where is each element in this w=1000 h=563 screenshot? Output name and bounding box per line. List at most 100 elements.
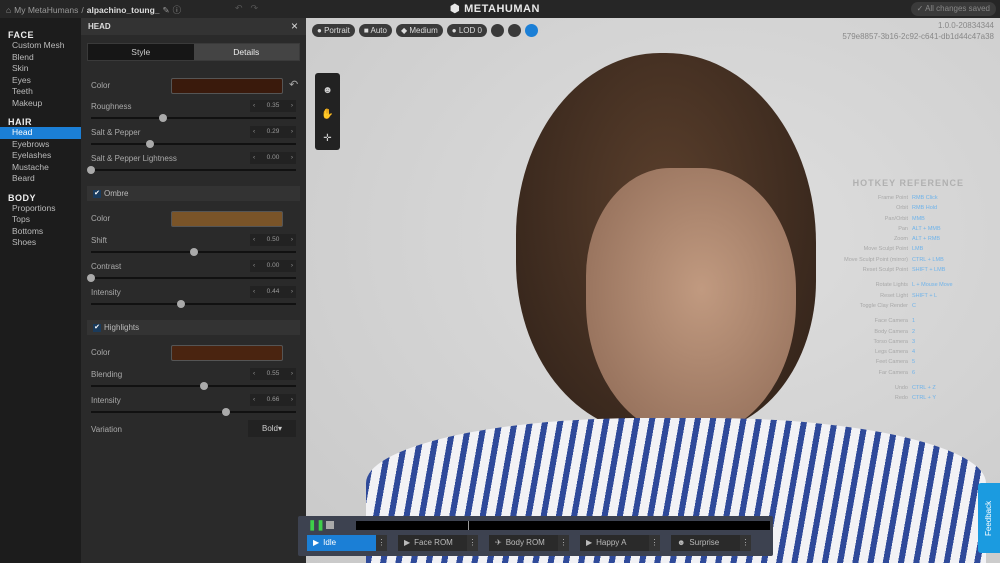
slider-value[interactable]: 0.66 [267, 394, 280, 406]
stop-icon[interactable] [326, 521, 334, 529]
portrait-button[interactable]: ● Portrait [312, 24, 355, 37]
sidebar-item-eyebrows[interactable]: Eyebrows [0, 139, 81, 151]
slider-track[interactable] [91, 408, 296, 416]
move-tool-icon[interactable]: ✛ [315, 127, 340, 151]
value-stepper[interactable]: ‹ 0.35 › [250, 100, 296, 112]
increment-icon[interactable]: › [291, 260, 293, 272]
decrement-icon[interactable]: ‹ [253, 100, 255, 112]
slider-value[interactable]: 0.44 [267, 286, 280, 298]
slider-track[interactable] [87, 166, 296, 174]
close-icon[interactable]: × [291, 19, 298, 33]
slider-thumb[interactable] [189, 248, 198, 256]
quality-button[interactable]: ◆ Medium [395, 24, 443, 37]
slider-track[interactable] [87, 274, 296, 282]
slider-track[interactable] [91, 248, 296, 256]
sidebar-item-beard[interactable]: Beard [0, 173, 81, 185]
sidebar-item-mustache[interactable]: Mustache [0, 162, 81, 174]
more-options-icon[interactable]: ⋮ [740, 535, 751, 551]
color-swatch[interactable] [171, 211, 283, 227]
animation-button[interactable]: ▶ Face ROM [398, 535, 467, 551]
animation-face-rom[interactable]: ▶ Face ROM ⋮ [398, 535, 478, 551]
increment-icon[interactable]: › [291, 152, 293, 164]
sidebar-item-shoes[interactable]: Shoes [0, 237, 81, 249]
slider-value[interactable]: 0.29 [267, 126, 280, 138]
color-swatch[interactable] [171, 78, 283, 94]
sidebar-item-skin[interactable]: Skin [0, 63, 81, 75]
slider-thumb[interactable] [222, 408, 231, 416]
lod-button[interactable]: ● LOD 0 [446, 24, 487, 37]
ombre-toggle[interactable]: ✔ Ombre [87, 186, 300, 201]
clay-render-icon[interactable] [490, 24, 504, 37]
slider-thumb[interactable] [158, 114, 167, 122]
value-stepper[interactable]: ‹ 0.55 › [250, 368, 296, 380]
checkbox-icon[interactable]: ✔ [93, 323, 101, 332]
sidebar-item-bottoms[interactable]: Bottoms [0, 226, 81, 238]
sidebar-item-blend[interactable]: Blend [0, 52, 81, 64]
edit-icon[interactable]: ✎ [163, 5, 170, 16]
sidebar-item-custom-mesh[interactable]: Custom Mesh [0, 40, 81, 52]
decrement-icon[interactable]: ‹ [253, 286, 255, 298]
decrement-icon[interactable]: ‹ [253, 368, 255, 380]
decrement-icon[interactable]: ‹ [253, 126, 255, 138]
timeline-scrubber[interactable] [356, 521, 770, 530]
value-stepper[interactable]: ‹ 0.29 › [250, 126, 296, 138]
face-tool-icon[interactable]: ☻ [315, 79, 340, 103]
value-stepper[interactable]: ‹ 0.66 › [250, 394, 296, 406]
highlights-toggle[interactable]: ✔ Highlights [87, 320, 300, 335]
value-stepper[interactable]: ‹ 0.00 › [250, 152, 296, 164]
more-options-icon[interactable]: ⋮ [467, 535, 478, 551]
decrement-icon[interactable]: ‹ [253, 394, 255, 406]
sidebar-item-head[interactable]: Head [0, 127, 81, 139]
sidebar-item-makeup[interactable]: Makeup [0, 98, 81, 110]
tab-details[interactable]: Details [193, 44, 299, 60]
increment-icon[interactable]: › [291, 286, 293, 298]
increment-icon[interactable]: › [291, 126, 293, 138]
viewport[interactable]: ● Portrait ■ Auto ◆ Medium ● LOD 0 1.0.0… [306, 18, 1000, 563]
animation-surprise[interactable]: ☻ Surprise ⋮ [671, 535, 751, 551]
animation-button[interactable]: ▶ Happy A [580, 535, 649, 551]
pause-icon[interactable]: ❚❚ [308, 520, 325, 531]
more-options-icon[interactable]: ⋮ [376, 535, 387, 551]
slider-value[interactable]: 0.35 [267, 100, 280, 112]
animation-happy-a[interactable]: ▶ Happy A ⋮ [580, 535, 660, 551]
slider-thumb[interactable] [87, 274, 95, 282]
increment-icon[interactable]: › [291, 368, 293, 380]
redo-icon[interactable]: ↷ [251, 3, 267, 13]
animation-body-rom[interactable]: ✈ Body ROM ⋮ [489, 535, 569, 551]
sidebar-item-eyelashes[interactable]: Eyelashes [0, 150, 81, 162]
slider-value[interactable]: 0.55 [267, 368, 280, 380]
sidebar-item-proportions[interactable]: Proportions [0, 203, 81, 215]
sidebar-item-tops[interactable]: Tops [0, 214, 81, 226]
value-stepper[interactable]: ‹ 0.00 › [250, 260, 296, 272]
decrement-icon[interactable]: ‹ [253, 260, 255, 272]
sidebar-item-eyes[interactable]: Eyes [0, 75, 81, 87]
playhead[interactable] [467, 521, 469, 530]
variation-dropdown[interactable]: Bold▾ [248, 420, 296, 437]
slider-value[interactable]: 0.50 [267, 234, 280, 246]
slider-track[interactable] [91, 300, 296, 308]
slider-track[interactable] [91, 114, 296, 122]
decrement-icon[interactable]: ‹ [253, 234, 255, 246]
slider-thumb[interactable] [87, 166, 95, 174]
breadcrumb-root[interactable]: My MetaHumans [14, 5, 78, 15]
increment-icon[interactable]: › [291, 100, 293, 112]
slider-track[interactable] [91, 140, 296, 148]
tab-style[interactable]: Style [88, 44, 194, 60]
background-icon[interactable] [524, 24, 538, 37]
slider-thumb[interactable] [146, 140, 155, 148]
feedback-button[interactable]: Feedback [978, 483, 1000, 553]
slider-value[interactable]: 0.00 [267, 152, 280, 164]
slider-value[interactable]: 0.00 [267, 260, 280, 272]
auto-button[interactable]: ■ Auto [358, 24, 392, 37]
sidebar-item-teeth[interactable]: Teeth [0, 86, 81, 98]
animation-idle[interactable]: ▶ Idle ⋮ [307, 535, 387, 551]
more-options-icon[interactable]: ⋮ [649, 535, 660, 551]
sculpt-tool-icon[interactable]: ✋ [315, 103, 340, 127]
lighting-icon[interactable] [507, 24, 521, 37]
slider-thumb[interactable] [177, 300, 186, 308]
reset-icon[interactable]: ↶ [289, 78, 298, 91]
home-icon[interactable]: ⌂ [6, 5, 11, 15]
checkbox-icon[interactable]: ✔ [93, 189, 101, 198]
undo-icon[interactable]: ↶ [235, 3, 251, 13]
animation-button[interactable]: ▶ Idle [307, 535, 376, 551]
